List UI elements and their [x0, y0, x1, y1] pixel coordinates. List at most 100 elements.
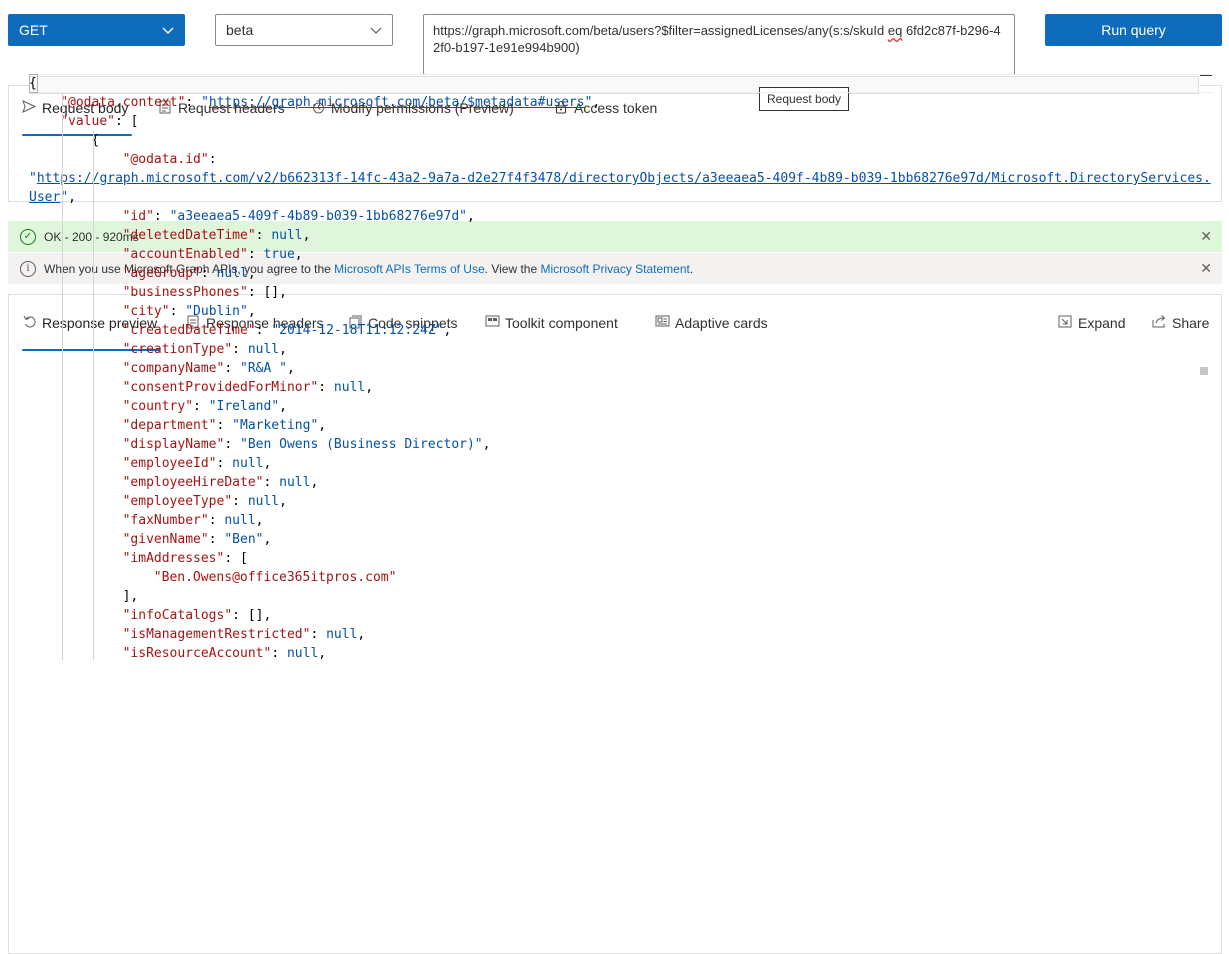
chevron-down-icon	[370, 22, 382, 38]
json-token: ,	[310, 475, 319, 490]
json-token: {	[29, 76, 37, 91]
json-key: "givenName"	[122, 532, 209, 547]
json-token: :	[216, 456, 233, 471]
json-token: :	[216, 418, 233, 433]
json-key: "infoCatalogs"	[122, 608, 233, 623]
code-line: "Ben.Owens@office365itpros.com"	[154, 568, 397, 587]
json-token: ,	[263, 456, 272, 471]
json-key: "creationType"	[122, 342, 233, 357]
json-link[interactable]: https://graph.microsoft.com/beta/$metada…	[209, 95, 585, 110]
json-token: null	[247, 342, 280, 357]
json-token: :	[185, 95, 202, 110]
code-line: "creationType": null,	[123, 340, 287, 359]
json-key: "consentProvidedForMinor"	[122, 380, 319, 395]
json-token: ,	[279, 342, 287, 357]
json-token: ,	[318, 418, 327, 433]
code-line: "createdDateTime": "2014-12-18T11:12:24Z…	[123, 321, 452, 340]
code-line: User",	[29, 188, 76, 207]
json-key: "deletedDateTime"	[122, 228, 256, 243]
json-token: ,	[279, 399, 287, 414]
json-key: "department"	[122, 418, 217, 433]
json-token: "Ben Owens (Business Director)"	[240, 437, 483, 452]
json-key: "imAddresses"	[122, 551, 225, 566]
json-token: null	[286, 646, 319, 660]
json-token: "2014-12-18T11:12:24Z"	[271, 323, 444, 338]
code-line: {	[29, 74, 37, 93]
json-key: "isResourceAccount"	[122, 646, 272, 660]
json-token: "	[201, 95, 209, 110]
json-token: null	[216, 266, 248, 281]
json-token: : [],	[232, 608, 272, 623]
run-query-button[interactable]: Run query	[1045, 14, 1222, 46]
http-method-value: GET	[19, 22, 48, 38]
code-line: "companyName": "R&A ",	[123, 359, 295, 378]
code-line: "displayName": "Ben Owens (Business Dire…	[123, 435, 491, 454]
code-line: "imAddresses": [	[123, 549, 248, 568]
json-token: ,	[263, 532, 272, 547]
code-line: "employeeHireDate": null,	[123, 473, 319, 492]
json-key: "@odata.id"	[122, 152, 209, 167]
code-line: "infoCatalogs": [],	[123, 606, 272, 625]
json-token: :	[208, 152, 217, 167]
code-line: "employeeType": null,	[123, 492, 287, 511]
json-token: null	[333, 380, 366, 395]
json-token: true	[263, 247, 295, 262]
json-key: "employeeHireDate"	[122, 475, 264, 490]
code-line: "businessPhones": [],	[123, 283, 287, 302]
json-token: null	[326, 627, 358, 642]
json-token: ,	[357, 627, 366, 642]
json-link[interactable]: User	[29, 190, 60, 205]
json-token: :	[224, 437, 240, 452]
code-line: "id": "a3eeaea5-409f-4b89-b039-1bb68276e…	[123, 207, 475, 226]
code-line: "employeeId": null,	[123, 454, 272, 473]
json-token: null	[279, 475, 311, 490]
code-scrollbar[interactable]	[1200, 367, 1208, 375]
query-url-prefix: https://graph.microsoft.com/beta/users?$…	[433, 23, 888, 38]
json-token: :	[232, 342, 248, 357]
json-token: : [	[114, 114, 139, 129]
json-token: "R&A "	[240, 361, 287, 376]
query-url-input[interactable]: https://graph.microsoft.com/beta/users?$…	[423, 14, 1015, 75]
json-token: ,	[279, 494, 287, 509]
json-token: ,	[247, 266, 256, 281]
json-token: null	[271, 228, 303, 243]
json-key: "employeeType"	[122, 494, 233, 509]
json-token: ,	[302, 228, 311, 243]
json-key: "city"	[122, 304, 170, 319]
json-key: "createdDateTime"	[122, 323, 256, 338]
json-token: null	[247, 494, 280, 509]
query-url-eq: eq	[887, 23, 903, 38]
code-line: "consentProvidedForMinor": null,	[123, 378, 373, 397]
json-token: ,	[247, 304, 256, 319]
code-line: "deletedDateTime": null,	[123, 226, 311, 245]
json-key: "isManagementRestricted"	[122, 627, 311, 642]
json-token: : [],	[247, 285, 287, 300]
json-key: "@odata.context"	[60, 95, 186, 110]
json-token: :	[255, 323, 272, 338]
json-token: "	[29, 171, 37, 186]
code-line: "department": "Marketing",	[123, 416, 327, 435]
json-key: "ageGroup"	[122, 266, 201, 281]
json-token: ,	[286, 361, 295, 376]
response-json-viewer[interactable]: {"@odata.context": "https://graph.micros…	[29, 74, 1214, 660]
json-token: null	[232, 456, 264, 471]
json-key: "id"	[122, 209, 154, 224]
json-token: "a3eeaea5-409f-4b89-b039-1bb68276e97d"	[169, 209, 467, 224]
json-token: :	[271, 646, 287, 660]
json-token: ,	[466, 209, 475, 224]
json-token: ,	[255, 513, 264, 528]
code-line: ],	[123, 587, 139, 606]
json-token: :	[263, 475, 280, 490]
json-token: : [	[224, 551, 248, 566]
json-token: ,	[482, 437, 491, 452]
json-token: :	[153, 209, 170, 224]
json-key: "Ben.Owens@office365itpros.com"	[153, 570, 397, 585]
http-method-select[interactable]: GET	[8, 14, 185, 46]
json-key: "value"	[60, 114, 115, 129]
json-token: :	[255, 228, 272, 243]
json-link[interactable]: https://graph.microsoft.com/v2/b662313f-…	[37, 171, 1211, 186]
api-version-select[interactable]: beta	[215, 14, 393, 46]
json-token: :	[200, 266, 217, 281]
json-token: :	[208, 532, 225, 547]
json-token: :	[208, 513, 225, 528]
